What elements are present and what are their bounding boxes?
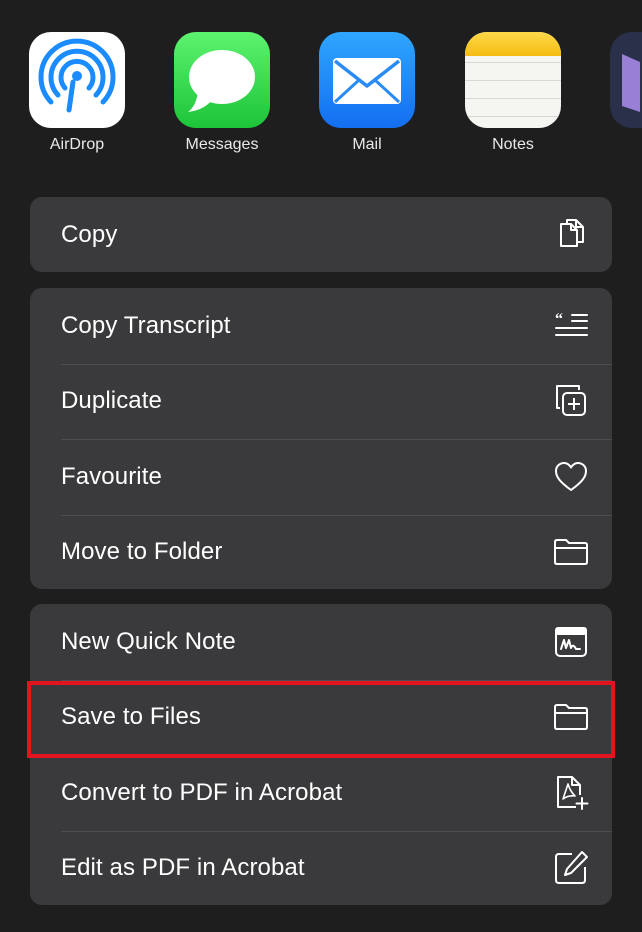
- action-group-export: New Quick Note Save to Files Convert to …: [30, 604, 612, 905]
- app-messages[interactable]: Messages: [174, 32, 270, 154]
- quote-icon: “: [551, 306, 591, 346]
- action-duplicate[interactable]: Duplicate: [30, 363, 612, 440]
- action-label: Edit as PDF in Acrobat: [61, 854, 305, 882]
- action-group-edit: Copy Transcript “ Duplicate Favourite Mo…: [30, 288, 612, 589]
- app-label: AirDrop: [49, 136, 105, 153]
- app-notes[interactable]: Notes: [465, 32, 561, 154]
- notes-icon: [465, 32, 561, 128]
- action-label: Move to Folder: [61, 538, 223, 566]
- action-label: Convert to PDF in Acrobat: [61, 778, 343, 806]
- messages-icon: [174, 32, 270, 128]
- edit-icon: [551, 848, 591, 888]
- action-edit-as-pdf[interactable]: Edit as PDF in Acrobat: [30, 830, 612, 906]
- app-row: AirDrop Messages Mail Notes: [0, 0, 642, 175]
- action-new-quick-note[interactable]: New Quick Note: [30, 604, 612, 680]
- action-label: Duplicate: [61, 387, 162, 415]
- quick-note-icon: [551, 622, 591, 662]
- action-copy[interactable]: Copy: [30, 197, 612, 272]
- action-copy-transcript[interactable]: Copy Transcript “: [30, 288, 612, 364]
- copy-icon: [551, 215, 591, 255]
- duplicate-icon: [551, 381, 591, 421]
- app-mail[interactable]: Mail: [319, 32, 415, 154]
- heart-icon: [551, 457, 591, 497]
- action-label: Favourite: [61, 462, 162, 490]
- acrobat-add-icon: [551, 773, 591, 813]
- action-move-to-folder[interactable]: Move to Folder: [30, 514, 612, 590]
- app-label: Notes: [492, 136, 534, 153]
- app-airdrop[interactable]: AirDrop: [29, 32, 125, 154]
- action-favourite[interactable]: Favourite: [30, 439, 612, 515]
- action-label: New Quick Note: [61, 627, 236, 655]
- action-group-copy: Copy: [30, 197, 612, 272]
- action-label: Copy: [61, 220, 118, 248]
- action-label: Copy Transcript: [61, 311, 231, 339]
- airdrop-icon: [29, 32, 125, 128]
- app-icon: [610, 32, 642, 128]
- app-label: Jo: [610, 136, 642, 154]
- folder-icon: [551, 697, 591, 737]
- mail-icon: [319, 32, 415, 128]
- app-partial[interactable]: Jo: [610, 32, 642, 154]
- share-sheet: AirDrop Messages Mail Notes Copy Copy Tr…: [0, 0, 642, 932]
- app-label: Mail: [352, 136, 382, 153]
- action-save-to-files[interactable]: Save to Files: [30, 679, 612, 756]
- app-label: Messages: [185, 136, 259, 153]
- svg-text:“: “: [555, 311, 563, 328]
- action-label: Save to Files: [61, 703, 202, 731]
- action-convert-to-pdf[interactable]: Convert to PDF in Acrobat: [30, 755, 612, 831]
- folder-icon: [551, 532, 591, 572]
